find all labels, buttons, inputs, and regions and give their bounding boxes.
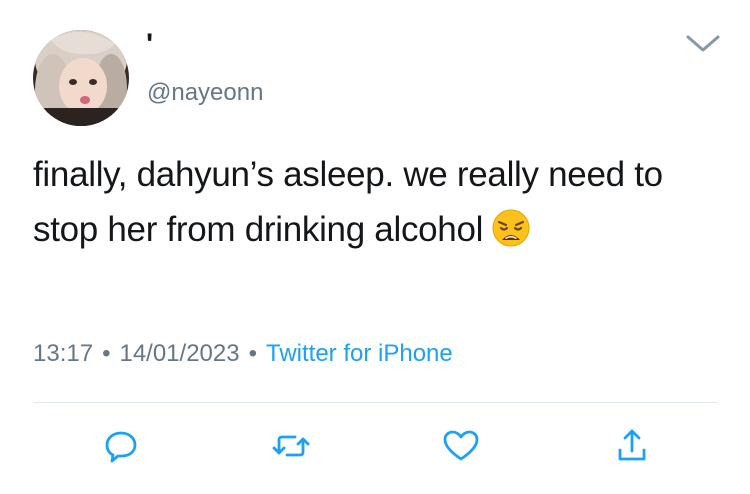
share-upload-icon [618,429,646,461]
retweet-button[interactable] [271,426,311,466]
share-button[interactable] [612,426,652,466]
tweet-text: finally, dahyun’s asleep. we really need… [33,147,693,257]
speech-bubble-icon [105,431,137,463]
user-handle[interactable]: @nayeonn [147,78,263,108]
tweet-text-content: finally, dahyun’s asleep. we really need… [33,155,663,249]
tweet-time: 13:17 [33,340,94,367]
divider [33,402,717,403]
reply-button[interactable] [101,426,141,466]
chevron-down-icon[interactable] [683,30,723,58]
like-button[interactable] [441,426,481,466]
avatar[interactable] [33,30,129,126]
display-name[interactable]: ' [146,30,153,60]
tweet-source-link[interactable]: Twitter for iPhone [266,340,453,367]
tweet-date: 14/01/2023 [119,340,240,367]
tweet-card: ' @nayeonn finally, dahyun’s asleep. we … [0,0,750,494]
retweet-arrows-icon [272,435,310,457]
avatar-photo [33,30,129,126]
tweet-meta: 13:17 • 14/01/2023 • Twitter for iPhone [33,338,453,370]
weary-face-emoji [491,208,531,248]
separator-dot: • [102,340,111,367]
separator-dot: • [248,340,257,367]
heart-icon [443,430,479,461]
